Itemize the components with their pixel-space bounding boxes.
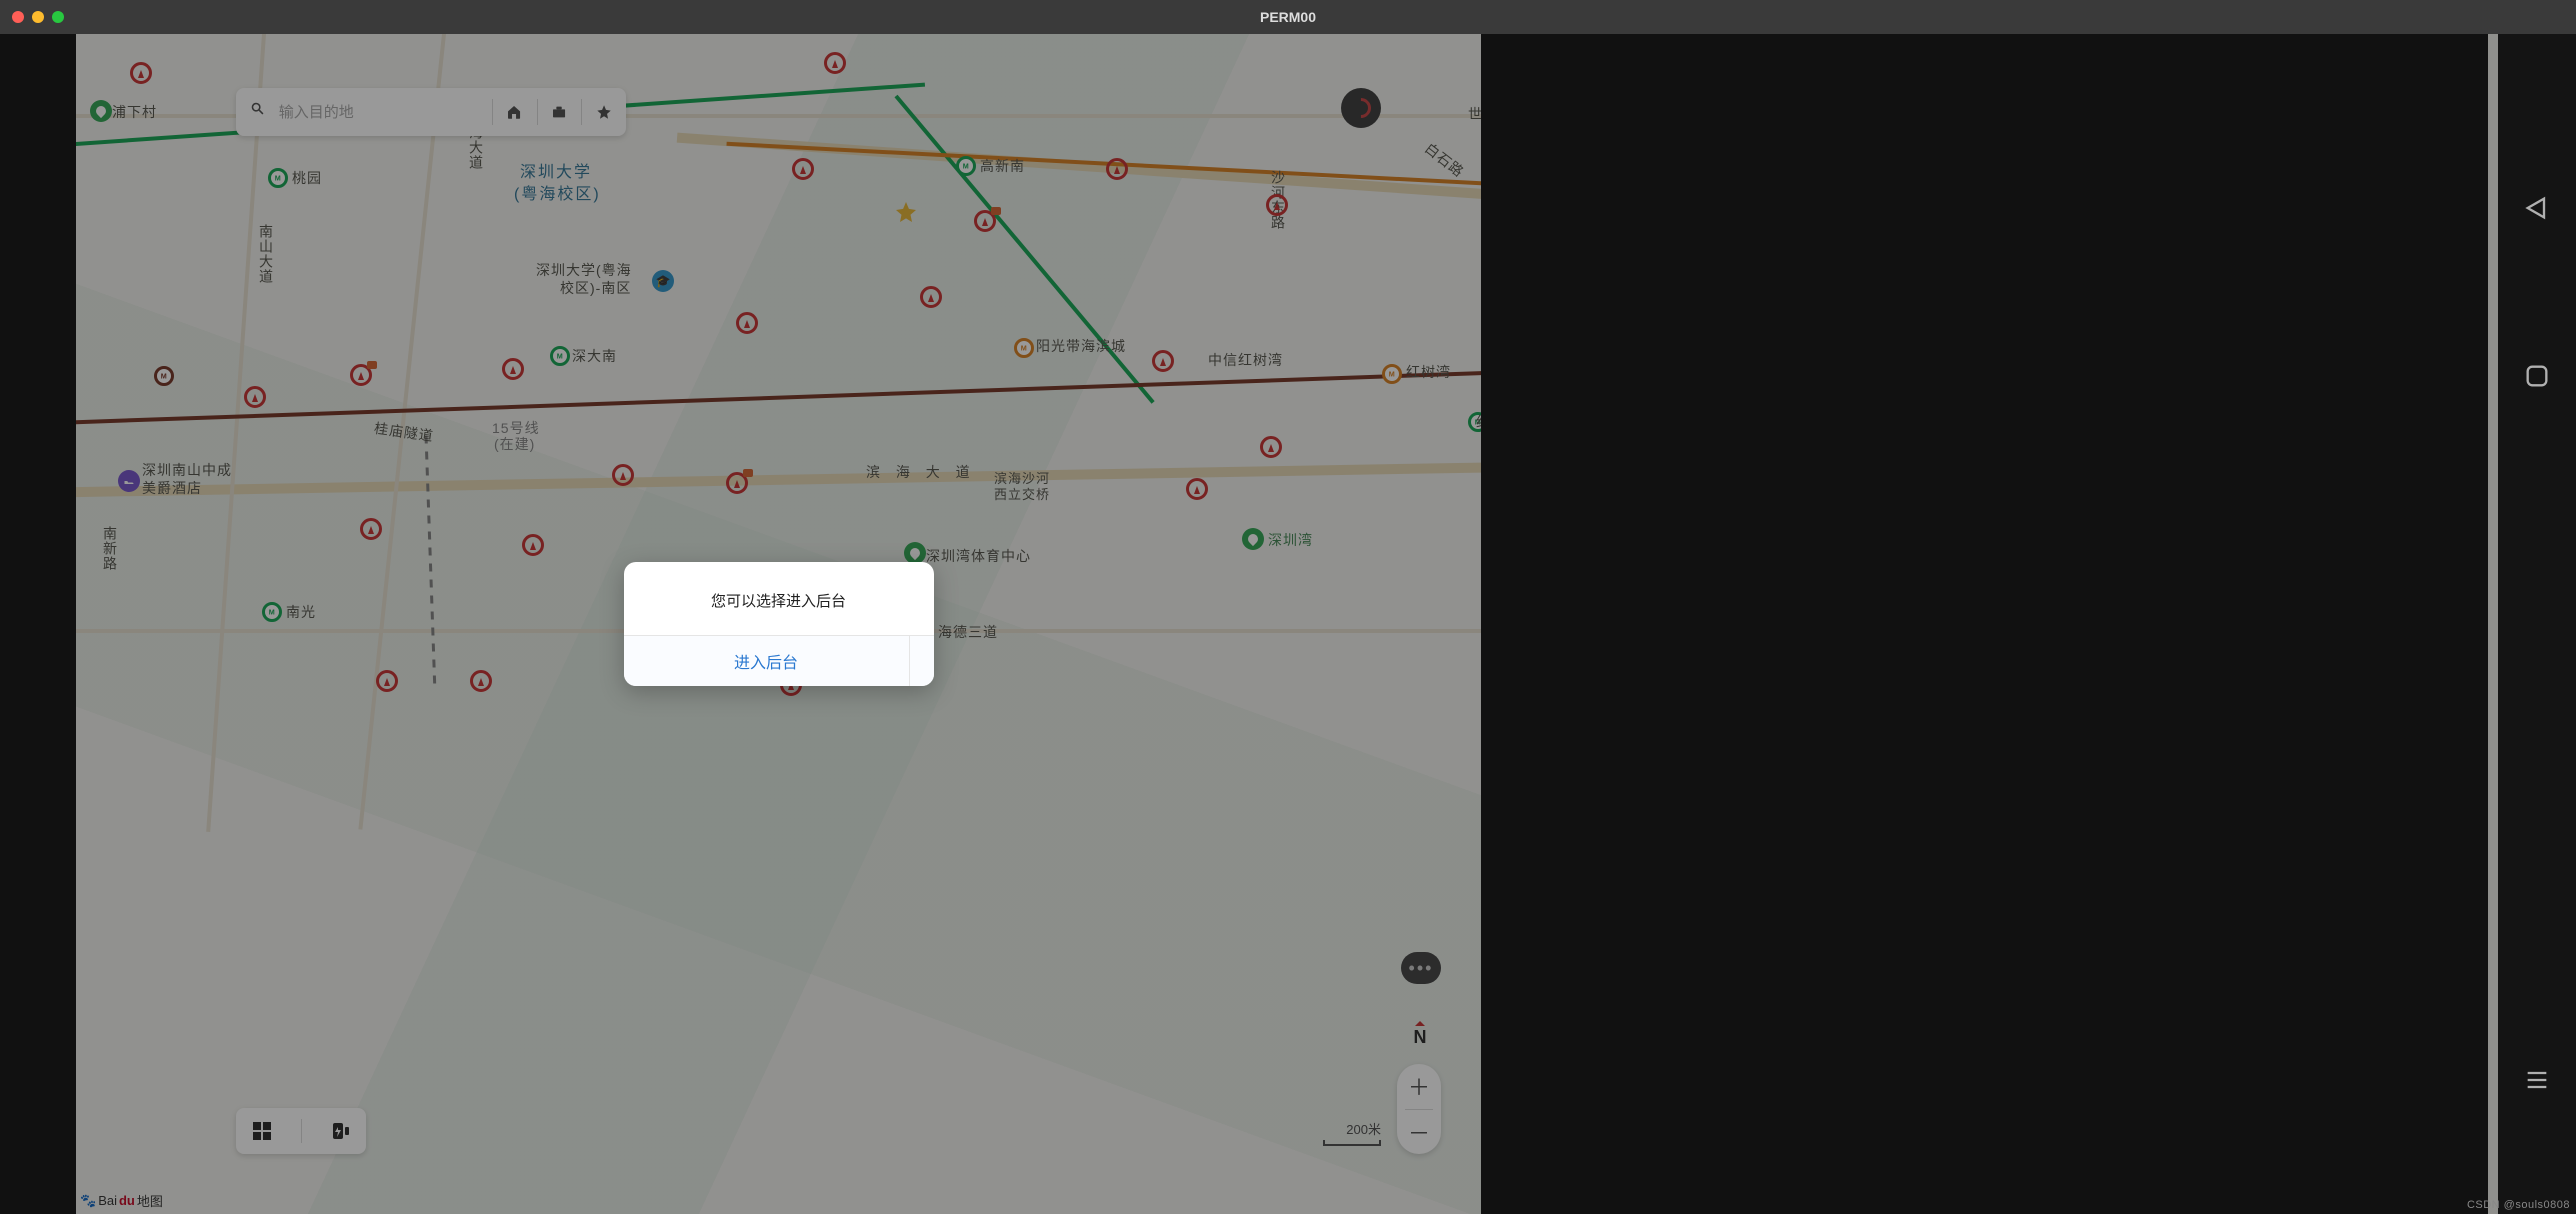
home-square-icon[interactable] — [2523, 362, 2551, 390]
dialog-buttons: 进入后台 — [624, 635, 934, 686]
workspace: 浦下村 桃园 深圳大学 (粤海校区) 深圳大学(粤海 校区)-南区 南海大道 南… — [0, 34, 2576, 1214]
device-right-rail — [2498, 34, 2576, 1214]
watermark: CSDN @souls0808 — [2467, 1199, 2570, 1211]
back-icon[interactable] — [2523, 194, 2551, 222]
dialog-confirm-button[interactable]: 进入后台 — [624, 636, 909, 686]
traffic-lights — [0, 11, 64, 23]
window-title: PERM00 — [0, 9, 2576, 25]
dialog-secondary-button[interactable] — [910, 636, 934, 686]
window-titlebar: PERM00 — [0, 0, 2576, 34]
map-viewport[interactable]: 浦下村 桃园 深圳大学 (粤海校区) 深圳大学(粤海 校区)-南区 南海大道 南… — [76, 34, 1481, 1214]
background-dialog: 您可以选择进入后台 进入后台 — [624, 562, 934, 686]
dialog-message: 您可以选择进入后台 — [624, 562, 934, 635]
map-peek-right — [2488, 34, 2498, 1214]
minimize-window-button[interactable] — [32, 11, 44, 23]
menu-icon[interactable] — [2523, 1066, 2551, 1094]
close-window-button[interactable] — [12, 11, 24, 23]
maximize-window-button[interactable] — [52, 11, 64, 23]
